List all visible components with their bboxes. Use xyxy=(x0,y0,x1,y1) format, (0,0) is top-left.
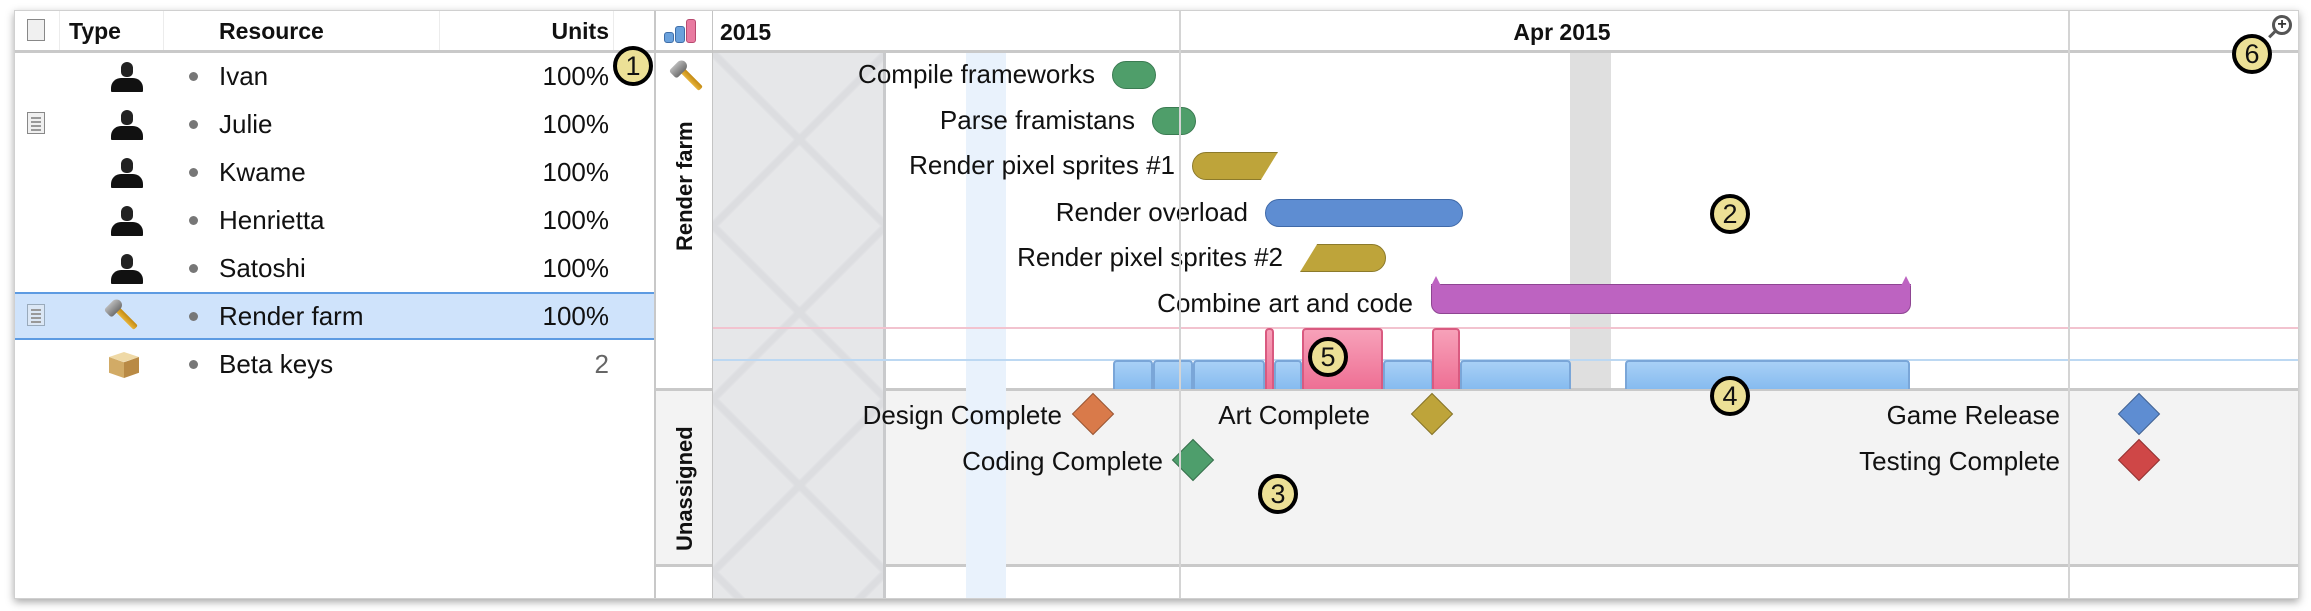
bullet xyxy=(189,120,198,129)
column-header-units[interactable]: Units xyxy=(552,11,610,50)
load-bar xyxy=(1460,360,1571,389)
box-icon xyxy=(103,348,143,380)
load-bar xyxy=(1193,360,1265,389)
column-header-type[interactable]: Type xyxy=(69,11,121,50)
resource-units[interactable]: 100% xyxy=(543,196,610,244)
person-icon xyxy=(103,108,143,140)
resource-name[interactable]: Satoshi xyxy=(219,244,306,292)
callout-3: 3 xyxy=(1258,474,1298,514)
task-label: Combine art and code xyxy=(1157,288,1413,318)
non-working-band xyxy=(1570,53,1611,388)
callout-4: 4 xyxy=(1710,376,1750,416)
overload-bar xyxy=(1432,328,1460,389)
year-label: 2015 xyxy=(720,19,772,45)
load-bar xyxy=(1153,360,1193,389)
task-label: Render overload xyxy=(1055,197,1248,227)
hammer-icon xyxy=(668,58,703,93)
resource-units[interactable]: 100% xyxy=(543,100,610,148)
grid-line xyxy=(1179,11,1181,598)
callout-2: 2 xyxy=(1710,194,1750,234)
group-label-render-farm: Render farm xyxy=(672,121,697,251)
resource-row[interactable]: Satoshi 100% xyxy=(15,244,654,292)
callout-5: 5 xyxy=(1308,337,1348,377)
outline-header: Type Resource Units xyxy=(15,11,654,53)
notes-column-icon[interactable] xyxy=(27,19,45,41)
task-bar-combine-art-and-code[interactable] xyxy=(1431,276,1911,314)
task-label: Compile frameworks xyxy=(858,59,1095,89)
before-project-start-region xyxy=(713,53,886,598)
resource-load-icon[interactable] xyxy=(662,17,702,45)
group-label-unassigned: Unassigned xyxy=(672,426,697,551)
bullet xyxy=(189,168,198,177)
resource-name[interactable]: Henrietta xyxy=(219,196,325,244)
resource-units[interactable]: 100% xyxy=(543,52,610,100)
resource-units[interactable]: 100% xyxy=(543,294,610,338)
note-icon[interactable] xyxy=(27,112,45,134)
milestone-label: Game Release xyxy=(1886,400,2060,430)
task-label: Parse framistans xyxy=(939,105,1135,135)
grid-line xyxy=(2068,11,2070,598)
bullet xyxy=(189,72,198,81)
load-bar xyxy=(1274,360,1302,389)
resource-row[interactable]: Ivan 100% xyxy=(15,52,654,100)
resource-name[interactable]: Render farm xyxy=(219,294,364,338)
timeline-area[interactable]: 2015 Apr 2015 + Compile frameworks Parse… xyxy=(713,11,2298,598)
person-icon xyxy=(103,252,143,284)
person-icon xyxy=(103,60,143,92)
resource-name[interactable]: Julie xyxy=(219,100,272,148)
milestone-label: Design Complete xyxy=(862,400,1062,430)
load-bar xyxy=(1113,360,1153,389)
bullet xyxy=(189,216,198,225)
callout-1: 1 xyxy=(613,46,653,86)
resource-name[interactable]: Beta keys xyxy=(219,340,333,388)
resource-name[interactable]: Kwame xyxy=(219,148,306,196)
resource-row[interactable]: Julie 100% xyxy=(15,100,654,148)
overload-threshold-line xyxy=(713,327,2298,329)
resource-units[interactable]: 100% xyxy=(543,244,610,292)
resource-view-window: Type Resource Units Ivan 100% Julie 100%… xyxy=(14,10,2299,599)
load-bar xyxy=(1625,360,1910,389)
resource-row[interactable]: Henrietta 100% xyxy=(15,196,654,244)
resource-timeline: Render farm Unassigned 2015 Apr 2015 + C… xyxy=(656,11,2298,598)
month-label: Apr 2015 xyxy=(1513,19,1611,45)
task-label: Render pixel sprites #1 xyxy=(909,150,1175,180)
milestone-label: Art Complete xyxy=(1218,400,1370,430)
column-header-resource[interactable]: Resource xyxy=(219,11,324,50)
resource-units[interactable]: 2 xyxy=(595,340,609,388)
resource-units[interactable]: 100% xyxy=(543,148,610,196)
milestone-label: Coding Complete xyxy=(962,446,1163,476)
overload-bar xyxy=(1265,328,1274,389)
person-icon xyxy=(103,156,143,188)
task-bar-render-overload[interactable] xyxy=(1265,199,1463,227)
callout-6: 6 xyxy=(2232,34,2272,74)
note-icon[interactable] xyxy=(27,304,45,326)
task-bar-compile-frameworks[interactable] xyxy=(1112,61,1156,89)
bullet xyxy=(189,264,198,273)
resource-outline: Type Resource Units Ivan 100% Julie 100%… xyxy=(15,11,656,598)
task-bar-parse-framistans[interactable] xyxy=(1152,107,1196,135)
resource-name[interactable]: Ivan xyxy=(219,52,268,100)
task-bar-render-pixel-sprites-1[interactable] xyxy=(1192,152,1278,180)
bullet xyxy=(189,312,198,321)
timeline-header: 2015 Apr 2015 + xyxy=(713,11,2298,53)
group-label-column: Render farm Unassigned xyxy=(656,11,713,598)
milestone-label: Testing Complete xyxy=(1859,446,2060,476)
task-bar-render-pixel-sprites-2[interactable] xyxy=(1300,244,1386,272)
zoom-in-icon[interactable]: + xyxy=(2272,15,2292,35)
person-icon xyxy=(103,204,143,236)
load-bar xyxy=(1383,360,1433,389)
resource-row[interactable]: Beta keys 2 xyxy=(15,340,654,388)
bullet xyxy=(189,360,198,369)
resource-row[interactable]: Kwame 100% xyxy=(15,148,654,196)
resource-row-selected[interactable]: Render farm 100% xyxy=(15,292,654,340)
hammer-icon xyxy=(103,297,143,332)
task-label: Render pixel sprites #2 xyxy=(1017,242,1283,272)
